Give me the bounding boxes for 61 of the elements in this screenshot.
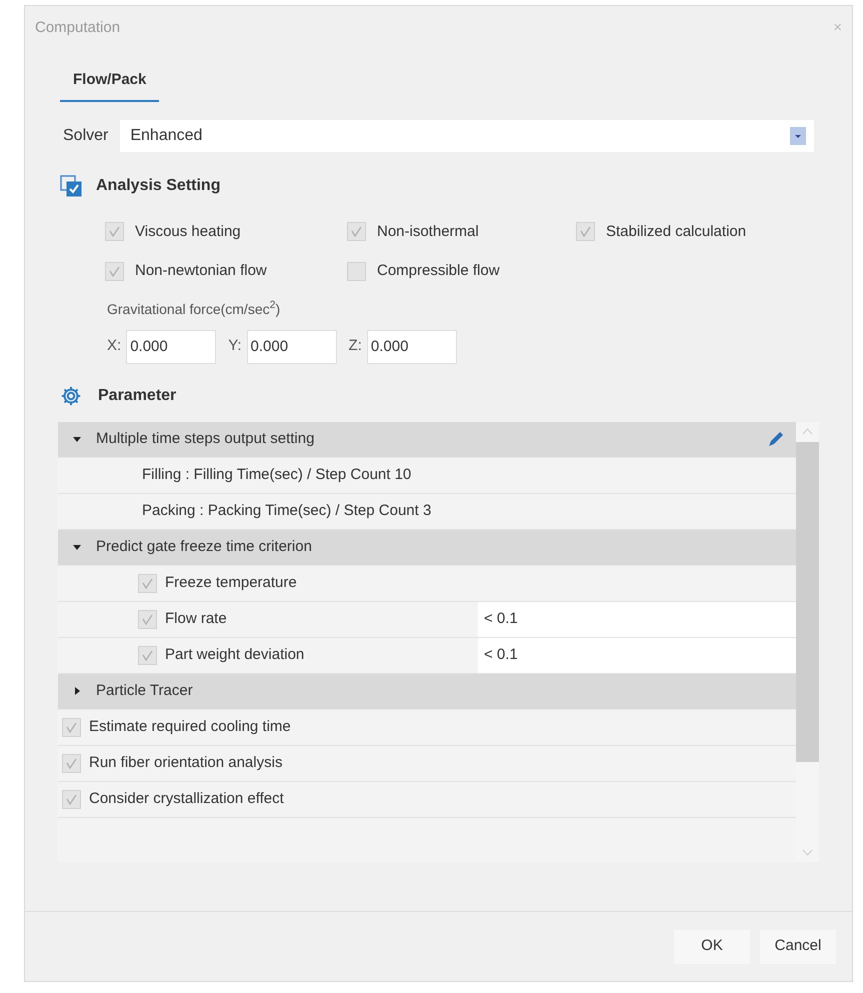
value-cell[interactable]: < 0.1 [478, 602, 796, 636]
checkbox[interactable] [62, 790, 81, 808]
checkbox[interactable] [138, 646, 157, 664]
input-field[interactable]: 0.000 [246, 330, 337, 364]
option-label: Stabilized calculation [606, 222, 746, 242]
checkbox[interactable] [138, 610, 157, 628]
check-icon [108, 264, 121, 278]
dialog-button[interactable]: OK [674, 930, 750, 964]
input-field[interactable]: 0.000 [126, 330, 216, 364]
section-title: Parameter [98, 386, 176, 406]
setting-label: Part weight deviation [165, 644, 304, 665]
dialog-button[interactable]: Cancel [760, 930, 836, 964]
solver-dropdown[interactable]: Enhanced [120, 120, 814, 152]
setting-label: Run fiber orientation analysis [89, 752, 282, 773]
expander-icon [72, 686, 82, 696]
setting-label: Freeze temperature [165, 572, 297, 593]
axis-label: Z: [348, 336, 362, 356]
checkbox[interactable] [347, 222, 366, 242]
option-label: Compressible flow [377, 261, 500, 281]
pencil-icon[interactable] [766, 429, 786, 449]
axis-label: Y: [228, 336, 242, 356]
setting-label: Estimate required cooling time [89, 716, 291, 737]
option-label: Viscous heating [135, 222, 241, 242]
check-icon [141, 648, 154, 662]
group-row[interactable]: Particle Tracer [58, 674, 796, 710]
check-icon [579, 225, 592, 238]
option-label: Non-isothermal [377, 222, 479, 242]
scroll-thumb[interactable] [796, 442, 819, 762]
option-label: Non-newtonian flow [135, 261, 267, 281]
check-icon [350, 225, 363, 238]
expander-icon [72, 434, 82, 444]
checkbox[interactable] [347, 262, 366, 281]
check-icon [65, 792, 78, 806]
section-title: Analysis Setting [96, 176, 220, 196]
check-icon [65, 756, 78, 770]
group-row[interactable]: Predict gate freeze time criterion [58, 530, 796, 566]
solver-label: Solver [63, 126, 108, 146]
value-cell[interactable]: < 0.1 [478, 638, 796, 672]
checkbox[interactable] [62, 718, 81, 736]
checkbox[interactable] [62, 754, 81, 772]
window-title: Computation [35, 18, 120, 38]
setting-label: Flow rate [165, 608, 227, 629]
check-icon [65, 720, 78, 734]
check-icon [108, 225, 121, 238]
checkbox[interactable] [576, 222, 595, 242]
checkbox[interactable] [138, 574, 157, 592]
input-field[interactable]: 0.000 [366, 330, 457, 364]
checkbox[interactable] [105, 262, 124, 281]
setting-text: Filling : Filling Time(sec) / Step Count 10 [142, 464, 412, 485]
check-icon [141, 576, 154, 590]
gear-icon [60, 384, 82, 406]
setting-label: Consider crystallization effect [89, 788, 284, 809]
axis-label: X: [107, 336, 122, 356]
setting-text: Packing : Packing Time(sec) / Step Count 3 [142, 500, 432, 521]
tab[interactable]: Flow/Pack [60, 69, 160, 102]
check-icon [141, 612, 154, 626]
gravity-label: Gravitational force(cm/sec$^{2}$) [106, 298, 282, 319]
checkbox[interactable] [105, 222, 124, 242]
group-row[interactable]: Multiple time steps output setting [58, 422, 796, 458]
expander-icon [72, 542, 82, 552]
section-checkbox-icon[interactable] [60, 174, 82, 196]
